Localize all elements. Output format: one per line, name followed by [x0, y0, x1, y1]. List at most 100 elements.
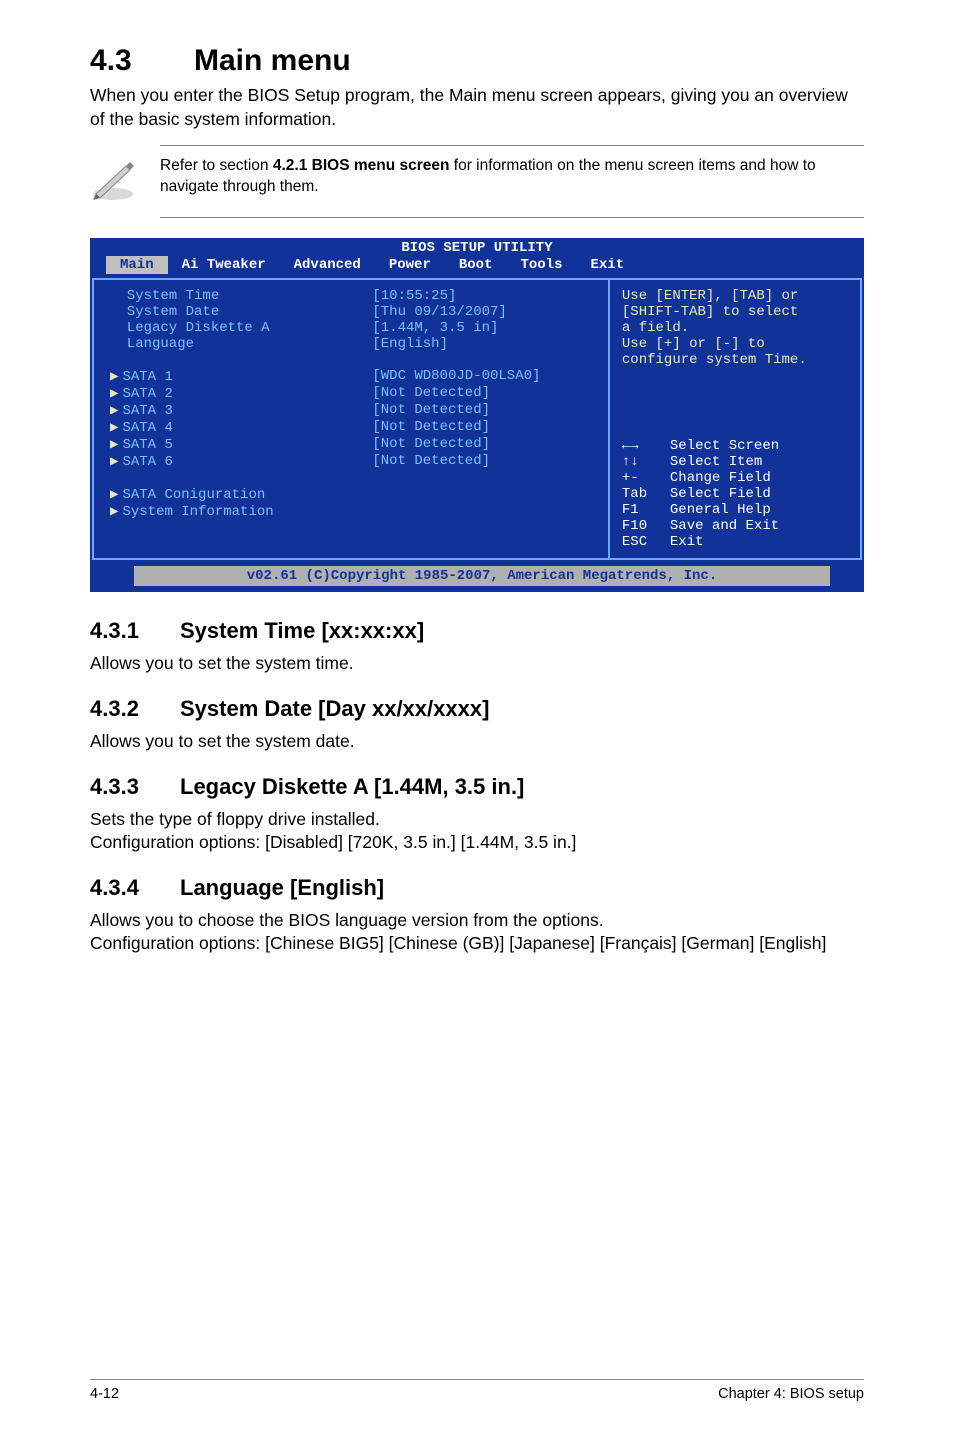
bios-help-line: Use [ENTER], [TAB] or — [622, 288, 848, 304]
bios-row-label: ▶SATA 4 — [110, 419, 372, 436]
bios-hint-row: Tab Select Field — [622, 486, 848, 502]
note-block: Refer to section 4.2.1 BIOS menu screen … — [90, 145, 864, 218]
bios-hint-key: Tab — [622, 486, 662, 502]
bios-row-value: [Not Detected] — [372, 436, 596, 453]
bios-row[interactable]: System Date[Thu 09/13/2007] — [110, 304, 596, 320]
bios-row[interactable]: ▶SATA 6[Not Detected] — [110, 453, 596, 470]
subsection-body: Allows you to set the system time. — [90, 652, 864, 676]
subsection-heading: 4.3.2System Date [Day xx/xx/xxxx] — [90, 696, 864, 722]
bios-hint-key: F1 — [622, 502, 662, 518]
bios-row-label: ▶SATA 2 — [110, 385, 372, 402]
bios-row-label: ▶SATA 3 — [110, 402, 372, 419]
bios-hint-row: ESCExit — [622, 534, 848, 550]
section-title: Main menu — [194, 44, 351, 77]
bios-tab-main[interactable]: Main — [106, 256, 168, 274]
bios-row[interactable]: ▶SATA 2[Not Detected] — [110, 385, 596, 402]
subsection-title: Language [English] — [180, 875, 384, 900]
bios-hint-label: General Help — [670, 502, 848, 518]
bios-row[interactable]: Language[English] — [110, 336, 596, 352]
bios-row-value — [372, 503, 596, 520]
pencil-icon — [90, 156, 136, 207]
bios-hint-row: ↑↓Select Item — [622, 454, 848, 470]
bios-row[interactable]: Legacy Diskette A[1.44M, 3.5 in] — [110, 320, 596, 336]
bios-row-value: [1.44M, 3.5 in] — [372, 320, 596, 336]
bios-right-panel: Use [ENTER], [TAB] or [SHIFT-TAB] to sel… — [608, 280, 862, 558]
subsection-heading: 4.3.1System Time [xx:xx:xx] — [90, 618, 864, 644]
bios-row-value — [372, 486, 596, 503]
bios-row-value: [10:55:25] — [372, 288, 596, 304]
subsection-body: Sets the type of floppy drive installed.… — [90, 808, 864, 855]
bios-row[interactable]: ▶SATA 4[Not Detected] — [110, 419, 596, 436]
bios-hint-key: ←→ — [622, 438, 662, 454]
bios-row-label: System Date — [110, 304, 372, 320]
note-text: Refer to section 4.2.1 BIOS menu screen … — [160, 156, 864, 198]
bios-row-value — [372, 470, 596, 486]
subsection-number: 4.3.4 — [90, 875, 180, 901]
subsection-body: Allows you to set the system date. — [90, 730, 864, 754]
bios-row[interactable]: ▶SATA 5[Not Detected] — [110, 436, 596, 453]
bios-tab-power[interactable]: Power — [375, 256, 445, 274]
bios-hint-key: F10 — [622, 518, 662, 534]
bios-row[interactable]: ▶SATA 1[WDC WD800JD-00LSA0] — [110, 368, 596, 385]
bios-row-value: [English] — [372, 336, 596, 352]
bios-row[interactable]: ▶SATA 3[Not Detected] — [110, 402, 596, 419]
bios-hints: ←→ Select Screen↑↓Select Item+- Change Fie… — [622, 438, 848, 550]
subsection-heading: 4.3.4Language [English] — [90, 875, 864, 901]
bios-hint-label: Change Field — [670, 470, 848, 486]
subsection-title: Legacy Diskette A [1.44M, 3.5 in.] — [180, 774, 524, 799]
subsection-number: 4.3.1 — [90, 618, 180, 644]
page-number: 4-12 — [90, 1386, 119, 1402]
subsection-title: System Time [xx:xx:xx] — [180, 618, 424, 643]
subsection-number: 4.3.3 — [90, 774, 180, 800]
bios-hint-label: Select Field — [670, 486, 848, 502]
bios-row-label: ▶SATA 1 — [110, 368, 372, 385]
note-rule-bottom — [160, 217, 864, 218]
bios-hint-row: ←→ Select Screen — [622, 438, 848, 454]
bios-help-line: configure system Time. — [622, 352, 848, 368]
bios-row-label — [110, 352, 372, 368]
section-number: 4.3 — [90, 44, 194, 78]
bios-row-value: [Thu 09/13/2007] — [372, 304, 596, 320]
bios-hint-label: Exit — [670, 534, 848, 550]
bios-tabs: MainAi TweakerAdvancedPowerBootToolsExit — [90, 256, 864, 278]
bios-row-label: System Time — [110, 288, 372, 304]
bios-row[interactable]: ▶SATA Coniguration — [110, 486, 596, 503]
bios-title: BIOS SETUP UTILITY — [90, 238, 864, 256]
subsection-number: 4.3.2 — [90, 696, 180, 722]
bios-row-value: [Not Detected] — [372, 402, 596, 419]
bios-row-label: ▶SATA 6 — [110, 453, 372, 470]
bios-row-label: ▶SATA 5 — [110, 436, 372, 453]
bios-tab-ai-tweaker[interactable]: Ai Tweaker — [168, 256, 280, 274]
bios-row-value — [372, 352, 596, 368]
bios-footer: v02.61 (C)Copyright 1985-2007, American … — [134, 566, 830, 586]
bios-row-value: [Not Detected] — [372, 453, 596, 470]
bios-tab-tools[interactable]: Tools — [506, 256, 576, 274]
bios-row-value: [Not Detected] — [372, 419, 596, 436]
page-footer: 4-12 Chapter 4: BIOS setup — [90, 1379, 864, 1402]
bios-help-line: [SHIFT-TAB] to select — [622, 304, 848, 320]
bios-tab-exit[interactable]: Exit — [576, 256, 638, 274]
bios-hint-label: Select Screen — [670, 438, 848, 454]
bios-row-value: [WDC WD800JD-00LSA0] — [372, 368, 596, 385]
subsection-body: Allows you to choose the BIOS language v… — [90, 909, 864, 956]
bios-help-line: Use [+] or [-] to — [622, 336, 848, 352]
bios-hint-key: +- — [622, 470, 662, 486]
bios-hint-row: +- Change Field — [622, 470, 848, 486]
bios-row[interactable]: System Time[10:55:25] — [110, 288, 596, 304]
bios-row-label: ▶System Information — [110, 503, 372, 520]
bios-tab-advanced[interactable]: Advanced — [280, 256, 375, 274]
intro-text: When you enter the BIOS Setup program, t… — [90, 84, 864, 131]
bios-hint-label: Save and Exit — [670, 518, 848, 534]
subsection-title: System Date [Day xx/xx/xxxx] — [180, 696, 489, 721]
bios-help-line: a field. — [622, 320, 848, 336]
bios-left-panel: System Time[10:55:25] System Date[Thu 09… — [92, 280, 608, 558]
bios-row-value: [Not Detected] — [372, 385, 596, 402]
bios-row — [110, 352, 596, 368]
bios-row-label: ▶SATA Coniguration — [110, 486, 372, 503]
bios-hint-key: ↑↓ — [622, 454, 662, 470]
bios-tab-boot[interactable]: Boot — [445, 256, 507, 274]
subsection-heading: 4.3.3Legacy Diskette A [1.44M, 3.5 in.] — [90, 774, 864, 800]
bios-row[interactable]: ▶System Information — [110, 503, 596, 520]
bios-row-label — [110, 470, 372, 486]
bios-row — [110, 470, 596, 486]
